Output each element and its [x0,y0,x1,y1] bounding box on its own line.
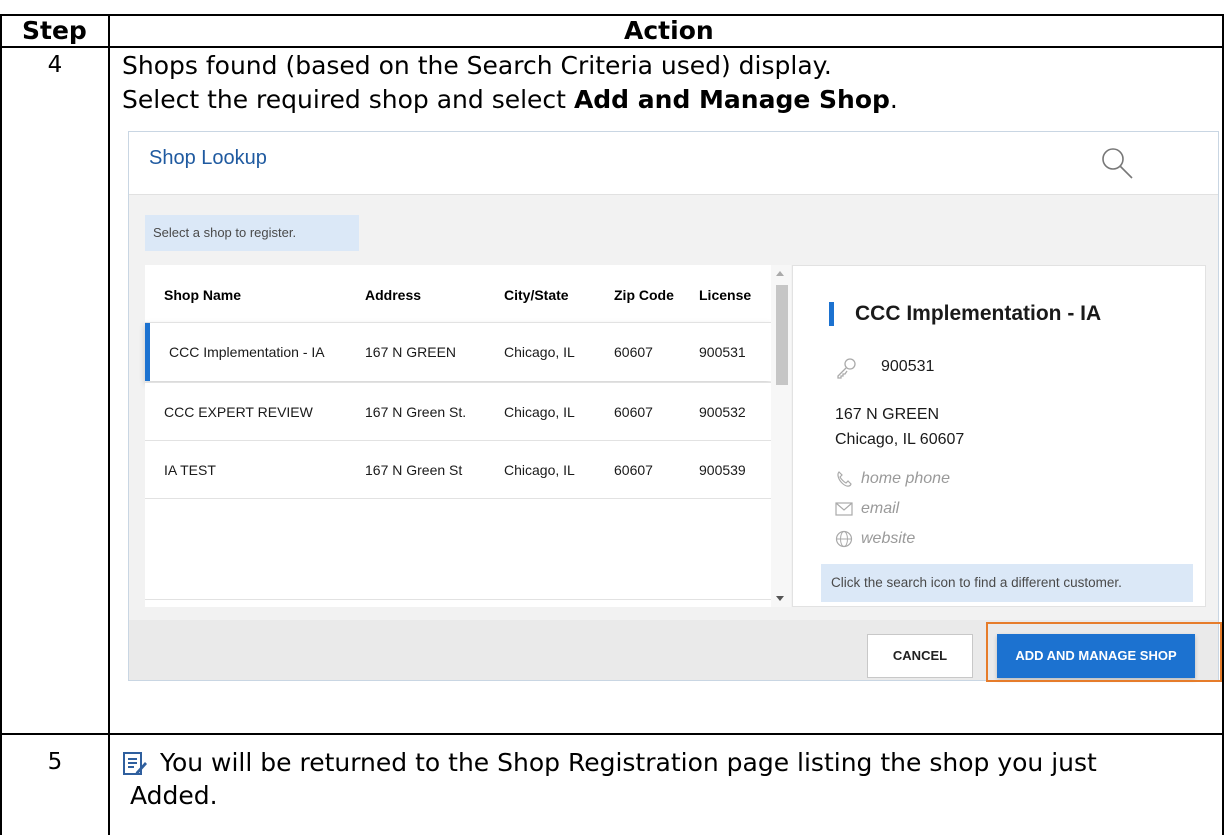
cell-city-state: Chicago, IL [504,462,575,478]
search-icon[interactable] [1100,146,1134,180]
detail-website-text: website [861,530,916,548]
detail-email: email [835,500,899,518]
step-4-line2-bold: Add and Manage Shop [573,85,890,114]
email-icon [835,502,853,516]
cell-shop-name: CCC Implementation - IA [169,344,325,360]
step-4-line1: Shops found (based on the Search Criteri… [122,51,832,80]
scroll-down-arrow-icon[interactable] [776,596,784,601]
detail-hint: Click the search icon to find a differen… [821,564,1193,602]
cell-license: 900532 [699,404,746,420]
grid-header: Shop Name Address City/State Zip Code Li… [145,265,771,322]
cell-zip-code: 60607 [614,344,653,360]
select-shop-hint: Select a shop to register. [145,215,359,251]
column-header-city-state[interactable]: City/State [504,287,569,303]
scroll-up-arrow-icon[interactable] [776,271,784,276]
cell-license: 900531 [699,344,746,360]
table-row[interactable]: CCC Implementation - IA 167 N GREEN Chic… [145,322,771,381]
detail-website: website [835,530,915,548]
column-header-zip-code[interactable]: Zip Code [614,287,674,303]
grid-scrollbar[interactable] [771,265,791,607]
header-step: Step [22,16,87,45]
header-action: Action [624,16,714,45]
step-4-line2: Select the required shop and select Add … [122,85,898,115]
cell-license: 900539 [699,462,746,478]
table-row[interactable]: CCC EXPERT REVIEW 167 N Green St. Chicag… [145,382,771,441]
table-border-top [0,14,1224,16]
column-header-address[interactable]: Address [365,287,421,303]
table-row[interactable]: IA TEST 167 N Green St Chicago, IL 60607… [145,440,771,499]
step-5-line2: Added. [130,781,218,810]
globe-icon [835,530,853,548]
table-header-divider [0,46,1224,48]
phone-icon [837,471,852,487]
detail-phone: home phone [835,470,950,488]
note-icon [123,752,147,775]
cell-address: 167 N Green St [365,462,463,478]
detail-license: 900531 [881,358,935,375]
dialog-body: Select a shop to register. Shop Name Add… [129,195,1218,620]
row-divider [145,498,771,499]
highlight-callout [986,622,1222,682]
detail-phone-text: home phone [861,470,950,488]
detail-address-line1: 167 N GREEN [835,406,940,423]
key-icon [837,358,856,379]
cell-city-state: Chicago, IL [504,404,575,420]
shop-lookup-dialog: Shop Lookup Select a shop to register. S… [128,131,1219,681]
step-4-line2-prefix: Select the required shop and select [122,85,574,114]
table-border-left [0,14,2,835]
step-number-4: 4 [47,52,63,78]
step-5-line1: You will be returned to the Shop Registr… [160,748,1097,777]
column-header-shop-name[interactable]: Shop Name [164,287,241,303]
column-header-license[interactable]: License [699,287,751,303]
cell-shop-name: IA TEST [164,462,216,478]
detail-address-line2: Chicago, IL 60607 [835,431,965,448]
cell-shop-name: CCC EXPERT REVIEW [164,404,313,420]
cell-zip-code: 60607 [614,462,653,478]
cancel-button[interactable]: CANCEL [867,634,973,678]
cell-address: 167 N Green St. [365,404,467,420]
detail-email-text: email [861,500,900,517]
cell-address: 167 N GREEN [365,344,457,360]
selected-row-indicator [145,323,150,381]
detail-address: 167 N GREEN Chicago, IL 60607 [835,402,964,452]
table-column-divider [108,14,110,835]
cell-city-state: Chicago, IL [504,344,575,360]
step-number-5: 5 [47,749,63,775]
detail-accent-bar [829,302,834,326]
row-divider [145,599,771,600]
detail-shop-name: CCC Implementation - IA [855,302,1102,325]
shop-results-grid: Shop Name Address City/State Zip Code Li… [145,265,791,607]
table-row-divider [0,733,1224,735]
dialog-title: Shop Lookup [149,147,267,169]
cell-zip-code: 60607 [614,404,653,420]
step-4-line2-suffix: . [889,85,898,114]
scroll-thumb[interactable] [776,285,788,385]
shop-detail-panel: CCC Implementation - IA 900531 167 N GRE… [792,265,1206,607]
